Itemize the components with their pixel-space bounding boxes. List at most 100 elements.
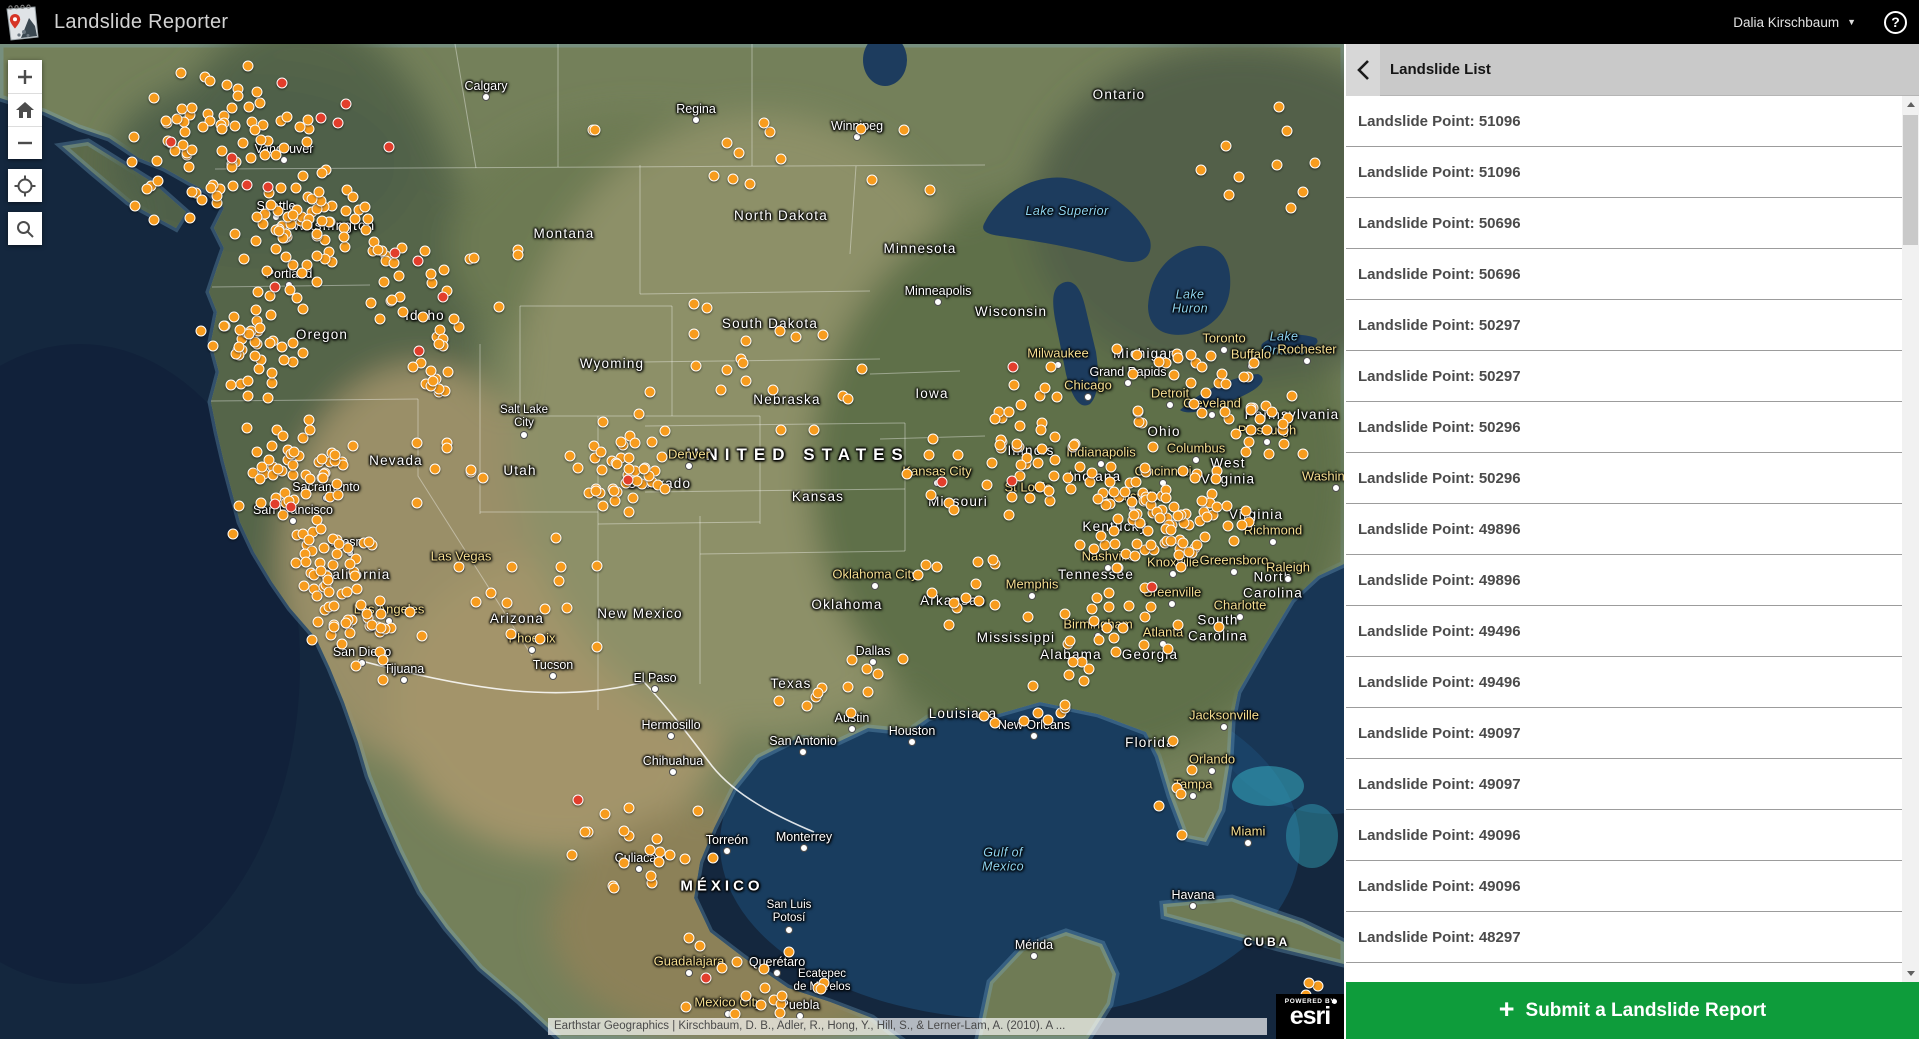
landslide-point[interactable] bbox=[567, 850, 578, 861]
landslide-point[interactable] bbox=[948, 505, 959, 516]
landslide-point[interactable] bbox=[1195, 164, 1206, 175]
landslide-point[interactable] bbox=[1086, 468, 1097, 479]
landslide-point[interactable] bbox=[1139, 462, 1150, 473]
landslide-point[interactable] bbox=[1249, 358, 1260, 369]
landslide-point[interactable] bbox=[256, 461, 267, 472]
landslide-point[interactable] bbox=[126, 157, 137, 168]
landslide-point[interactable] bbox=[573, 795, 584, 806]
landslide-point[interactable] bbox=[414, 346, 425, 357]
landslide-point[interactable] bbox=[227, 153, 238, 164]
landslide-point[interactable] bbox=[311, 228, 322, 239]
landslide-point[interactable] bbox=[255, 473, 266, 484]
landslide-point[interactable] bbox=[312, 250, 323, 261]
landslide-point[interactable] bbox=[226, 103, 237, 114]
landslide-point[interactable] bbox=[469, 253, 480, 264]
landslide-point[interactable] bbox=[1007, 476, 1018, 487]
landslide-point[interactable] bbox=[1089, 616, 1100, 627]
landslide-point[interactable] bbox=[243, 376, 254, 387]
landslide-point[interactable] bbox=[744, 178, 755, 189]
landslide-point[interactable] bbox=[1168, 369, 1179, 380]
landslide-point[interactable] bbox=[855, 123, 866, 134]
landslide-point[interactable] bbox=[262, 266, 273, 277]
landslide-point[interactable] bbox=[340, 241, 351, 252]
landslide-point[interactable] bbox=[701, 302, 712, 313]
landslide-point[interactable] bbox=[1093, 494, 1104, 505]
landslide-point[interactable] bbox=[1210, 474, 1221, 485]
landslide-point[interactable] bbox=[694, 941, 705, 952]
landslide-point[interactable] bbox=[471, 597, 482, 608]
landslide-point[interactable] bbox=[242, 423, 253, 434]
landslide-point[interactable] bbox=[313, 617, 324, 628]
landslide-point[interactable] bbox=[297, 303, 308, 314]
landslide-point[interactable] bbox=[1035, 425, 1046, 436]
landslide-point[interactable] bbox=[153, 176, 164, 187]
landslide-point[interactable] bbox=[256, 497, 267, 508]
landslide-point[interactable] bbox=[1066, 484, 1077, 495]
landslide-point[interactable] bbox=[290, 183, 301, 194]
landslide-point[interactable] bbox=[1015, 421, 1026, 432]
landslide-point[interactable] bbox=[1079, 676, 1090, 687]
landslide-point[interactable] bbox=[1190, 472, 1201, 483]
landslide-point[interactable] bbox=[972, 556, 983, 567]
landslide-point[interactable] bbox=[438, 292, 449, 303]
search-button[interactable] bbox=[8, 212, 42, 245]
landslide-point[interactable] bbox=[256, 135, 267, 146]
landslide-point[interactable] bbox=[623, 802, 634, 813]
landslide-point[interactable] bbox=[1166, 525, 1177, 536]
landslide-point[interactable] bbox=[244, 101, 255, 112]
list-item[interactable]: Landslide Point: 49896 bbox=[1346, 555, 1902, 606]
landslide-point[interactable] bbox=[316, 113, 327, 124]
landslide-point[interactable] bbox=[239, 253, 250, 264]
landslide-point[interactable] bbox=[1147, 582, 1158, 593]
scrollbar-thumb[interactable] bbox=[1903, 115, 1918, 245]
landslide-point[interactable] bbox=[298, 348, 309, 359]
landslide-point[interactable] bbox=[1201, 387, 1212, 398]
landslide-point[interactable] bbox=[981, 479, 992, 490]
landslide-point[interactable] bbox=[332, 489, 343, 500]
landslide-point[interactable] bbox=[433, 339, 444, 350]
landslide-point[interactable] bbox=[1176, 830, 1187, 841]
landslide-point[interactable] bbox=[1109, 539, 1120, 550]
landslide-point[interactable] bbox=[263, 182, 274, 193]
landslide-point[interactable] bbox=[249, 124, 260, 135]
landslide-point[interactable] bbox=[347, 441, 358, 452]
landslide-point[interactable] bbox=[1261, 425, 1272, 436]
landslide-point[interactable] bbox=[394, 271, 405, 282]
landslide-point[interactable] bbox=[731, 957, 742, 968]
landslide-point[interactable] bbox=[1245, 405, 1256, 416]
landslide-point[interactable] bbox=[304, 124, 315, 135]
landslide-point[interactable] bbox=[227, 180, 238, 191]
landslide-point[interactable] bbox=[1118, 623, 1129, 634]
landslide-point[interactable] bbox=[1224, 190, 1235, 201]
landslide-point[interactable] bbox=[920, 559, 931, 570]
landslide-point[interactable] bbox=[1074, 540, 1085, 551]
landslide-point[interactable] bbox=[502, 597, 513, 608]
landslide-point[interactable] bbox=[774, 696, 785, 707]
landslide-point[interactable] bbox=[1236, 520, 1247, 531]
landslide-point[interactable] bbox=[652, 833, 663, 844]
landslide-point[interactable] bbox=[1221, 379, 1232, 390]
landslide-point[interactable] bbox=[1046, 361, 1057, 372]
landslide-point[interactable] bbox=[898, 125, 909, 136]
landslide-point[interactable] bbox=[624, 507, 635, 518]
landslide-point[interactable] bbox=[1051, 392, 1062, 403]
scroll-down-arrow[interactable] bbox=[1902, 965, 1919, 982]
landslide-point[interactable] bbox=[619, 857, 630, 868]
landslide-point[interactable] bbox=[1222, 521, 1233, 532]
landslide-point[interactable] bbox=[1199, 532, 1210, 543]
landslide-point[interactable] bbox=[1131, 538, 1142, 549]
landslide-point[interactable] bbox=[270, 244, 281, 255]
landslide-point[interactable] bbox=[379, 276, 390, 287]
landslide-point[interactable] bbox=[272, 463, 283, 474]
landslide-point[interactable] bbox=[644, 386, 655, 397]
landslide-point[interactable] bbox=[282, 111, 293, 122]
landslide-point[interactable] bbox=[784, 946, 795, 957]
landslide-point[interactable] bbox=[276, 341, 287, 352]
landslide-point[interactable] bbox=[288, 446, 299, 457]
landslide-point[interactable] bbox=[373, 245, 384, 256]
landslide-point[interactable] bbox=[1124, 600, 1135, 611]
landslide-point[interactable] bbox=[647, 436, 658, 447]
scroll-up-arrow[interactable] bbox=[1902, 96, 1919, 113]
landslide-point[interactable] bbox=[1196, 362, 1207, 373]
landslide-point[interactable] bbox=[1241, 447, 1252, 458]
